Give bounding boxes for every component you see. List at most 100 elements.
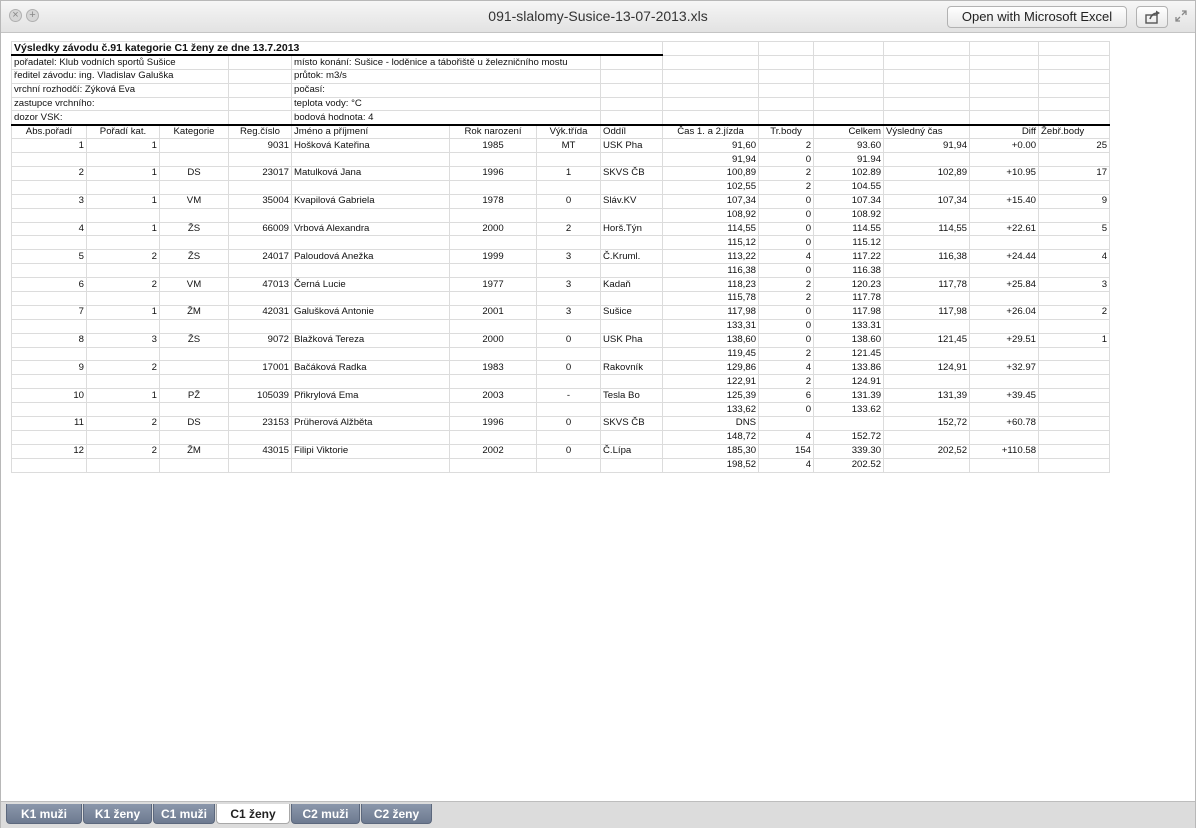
table-cell[interactable]	[11, 429, 87, 445]
table-cell[interactable]: 2	[758, 138, 815, 154]
table-cell[interactable]: Prüherová Alžběta	[291, 416, 450, 431]
table-cell[interactable]	[86, 402, 160, 418]
cell[interactable]	[883, 41, 971, 56]
table-cell[interactable]: 23153	[228, 416, 292, 431]
table-cell[interactable]	[969, 235, 1040, 251]
cell[interactable]	[228, 82, 292, 98]
table-cell[interactable]	[883, 402, 971, 418]
info-left[interactable]: zastupce vrchního:	[11, 96, 160, 112]
table-cell[interactable]	[1038, 457, 1111, 473]
table-cell[interactable]	[159, 179, 229, 195]
table-cell[interactable]	[228, 402, 292, 418]
table-cell[interactable]	[1038, 416, 1111, 431]
table-cell[interactable]	[86, 318, 160, 334]
table-cell[interactable]: +110.58	[969, 443, 1040, 459]
table-cell[interactable]: 117,98	[883, 304, 971, 320]
table-cell[interactable]	[291, 318, 450, 334]
table-cell[interactable]: 0	[536, 416, 601, 431]
table-cell[interactable]: 93.60	[813, 138, 885, 154]
table-cell[interactable]: 0	[758, 402, 815, 418]
table-cell[interactable]	[883, 374, 971, 390]
table-cell[interactable]: DS	[159, 416, 229, 431]
table-cell[interactable]	[11, 235, 87, 251]
table-cell[interactable]: 2	[758, 166, 815, 181]
table-cell[interactable]	[159, 138, 229, 154]
table-cell[interactable]	[599, 402, 664, 418]
table-cell[interactable]	[536, 346, 601, 362]
table-cell[interactable]: 1	[11, 138, 87, 154]
table-cell[interactable]: 1	[86, 166, 160, 181]
table-cell[interactable]	[969, 207, 1040, 223]
cell[interactable]	[536, 110, 601, 126]
table-cell[interactable]: 108,92	[662, 207, 760, 223]
table-cell[interactable]	[969, 402, 1040, 418]
info-right[interactable]: počasí:	[291, 82, 537, 98]
table-cell[interactable]: +32.97	[969, 360, 1040, 376]
cell[interactable]	[536, 96, 601, 112]
table-cell[interactable]	[291, 152, 450, 168]
table-cell[interactable]: 154	[758, 443, 815, 459]
cell[interactable]	[599, 96, 664, 112]
info-right[interactable]: průtok: m3/s	[291, 68, 537, 84]
table-cell[interactable]	[291, 374, 450, 390]
table-cell[interactable]	[969, 152, 1040, 168]
table-cell[interactable]	[86, 235, 160, 251]
table-cell[interactable]: +60.78	[969, 416, 1040, 431]
table-cell[interactable]: Paloudová Anežka	[291, 249, 450, 265]
table-cell[interactable]	[159, 374, 229, 390]
table-cell[interactable]: 133,62	[662, 402, 760, 418]
table-cell[interactable]	[291, 179, 450, 195]
table-cell[interactable]: 2	[758, 291, 815, 306]
table-cell[interactable]	[11, 457, 87, 473]
table-cell[interactable]	[228, 291, 292, 306]
table-cell[interactable]: Filipi Viktorie	[291, 443, 450, 459]
table-cell[interactable]: 102.89	[813, 166, 885, 181]
table-cell[interactable]	[1038, 374, 1111, 390]
table-cell[interactable]: 0	[536, 360, 601, 376]
table-cell[interactable]: 115.12	[813, 235, 885, 251]
column-header[interactable]: Oddíl	[599, 123, 664, 140]
table-cell[interactable]	[599, 457, 664, 473]
table-cell[interactable]: 9072	[228, 332, 292, 348]
column-header[interactable]: Celkem	[813, 123, 885, 140]
cell[interactable]	[228, 96, 292, 112]
table-cell[interactable]: 2	[86, 443, 160, 459]
table-cell[interactable]: 116,38	[883, 249, 971, 265]
table-cell[interactable]: 6	[758, 388, 815, 404]
table-cell[interactable]: Vrbová Alexandra	[291, 221, 450, 237]
table-cell[interactable]	[883, 152, 971, 168]
cell[interactable]	[758, 54, 815, 70]
table-cell[interactable]	[883, 318, 971, 334]
table-cell[interactable]: 12	[11, 443, 87, 459]
table-cell[interactable]: Horš.Týn	[599, 221, 664, 237]
column-header[interactable]: Výsledný čas	[883, 123, 971, 140]
table-cell[interactable]: 138.60	[813, 332, 885, 348]
table-cell[interactable]	[883, 346, 971, 362]
table-cell[interactable]: 3	[536, 277, 601, 293]
table-cell[interactable]: 124,91	[883, 360, 971, 376]
cell[interactable]	[228, 110, 292, 126]
table-cell[interactable]: 4	[1038, 249, 1111, 265]
table-cell[interactable]: 47013	[228, 277, 292, 293]
table-cell[interactable]: 115,78	[662, 291, 760, 306]
table-cell[interactable]	[599, 291, 664, 306]
table-cell[interactable]	[449, 318, 537, 334]
table-cell[interactable]: 4	[758, 429, 815, 445]
table-cell[interactable]	[1038, 346, 1111, 362]
table-cell[interactable]	[883, 429, 971, 445]
table-cell[interactable]: 0	[758, 318, 815, 334]
cell[interactable]	[758, 110, 815, 126]
table-cell[interactable]	[449, 207, 537, 223]
table-cell[interactable]: 339.30	[813, 443, 885, 459]
sheet-tab[interactable]: K1 muži	[6, 804, 82, 824]
table-cell[interactable]	[599, 318, 664, 334]
table-cell[interactable]: 117,98	[662, 304, 760, 320]
table-cell[interactable]	[159, 235, 229, 251]
sheet-tab[interactable]: C2 ženy	[361, 804, 432, 824]
table-cell[interactable]	[86, 374, 160, 390]
table-cell[interactable]: 2003	[449, 388, 537, 404]
table-cell[interactable]: SKVS ČB	[599, 166, 664, 181]
table-cell[interactable]: 152,72	[883, 416, 971, 431]
table-cell[interactable]: MT	[536, 138, 601, 154]
table-cell[interactable]: 3	[86, 332, 160, 348]
